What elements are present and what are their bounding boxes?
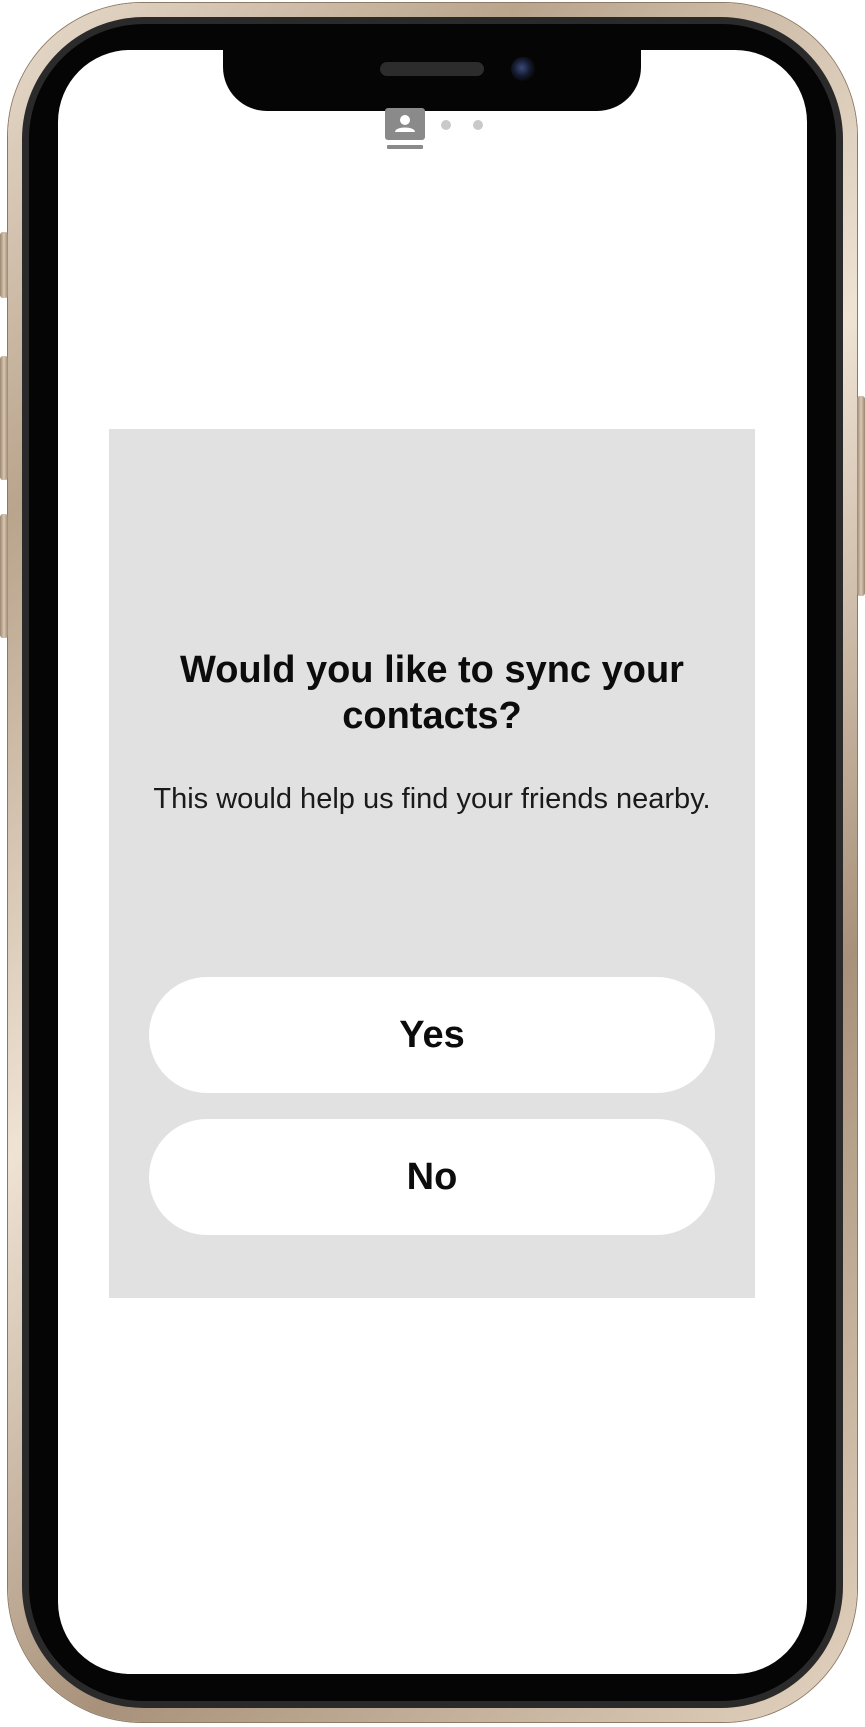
dialog-title: Would you like to sync your contacts? xyxy=(180,649,684,737)
power-button xyxy=(857,396,865,596)
no-button[interactable]: No xyxy=(149,1119,715,1235)
front-camera xyxy=(511,57,535,81)
volume-up-button xyxy=(0,356,8,480)
page-dot xyxy=(473,120,483,130)
contact-card-icon xyxy=(385,108,425,150)
yes-button[interactable]: Yes xyxy=(149,977,715,1093)
speaker-grille xyxy=(380,62,484,76)
sync-contacts-dialog: Would you like to sync your contacts? Th… xyxy=(109,429,755,1298)
volume-down-button xyxy=(0,514,8,638)
dialog-subtitle: This would help us find your friends nea… xyxy=(153,783,711,815)
mute-switch xyxy=(0,232,8,298)
notch xyxy=(223,50,641,111)
page-dot xyxy=(441,120,451,130)
page-indicator xyxy=(385,108,495,150)
